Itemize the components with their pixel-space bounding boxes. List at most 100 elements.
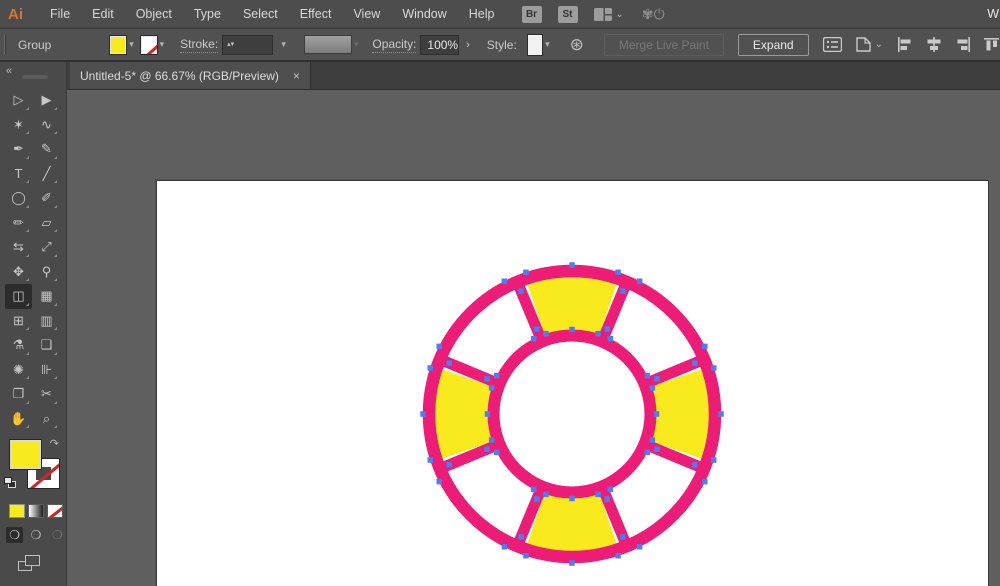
anchor-point[interactable] — [494, 373, 500, 379]
anchor-point[interactable] — [637, 544, 643, 550]
anchor-point[interactable] — [446, 360, 452, 366]
slice-tool[interactable]: ✂ — [33, 382, 60, 407]
style-swatch[interactable] — [527, 34, 543, 56]
fill-swatch[interactable] — [9, 439, 42, 470]
anchor-point[interactable] — [620, 288, 626, 294]
anchor-point[interactable] — [608, 336, 614, 342]
opacity-input[interactable]: 100% — [420, 35, 459, 55]
anchor-point[interactable] — [637, 278, 643, 284]
menu-edit[interactable]: Edit — [81, 0, 125, 28]
stock-button[interactable]: St — [558, 6, 578, 23]
shaper-tool[interactable]: ✏ — [5, 211, 32, 236]
zoom-tool[interactable]: ⌕ — [33, 407, 60, 432]
stroke-weight-input[interactable]: ▴▾ — [222, 35, 273, 55]
anchor-point[interactable] — [702, 479, 708, 485]
anchor-point[interactable] — [489, 437, 495, 443]
puppet-warp-tool[interactable]: ⚲ — [33, 260, 60, 285]
menu-help[interactable]: Help — [458, 0, 506, 28]
lasso-tool[interactable]: ∿ — [33, 113, 60, 138]
anchor-point[interactable] — [595, 331, 601, 337]
anchor-point[interactable] — [650, 385, 656, 391]
align-left-button[interactable] — [897, 37, 913, 52]
anchor-point[interactable] — [645, 373, 651, 379]
lifebuoy-artwork[interactable] — [402, 244, 742, 584]
type-tool[interactable]: T — [5, 162, 32, 187]
anchor-point[interactable] — [523, 270, 529, 276]
anchor-point[interactable] — [485, 411, 491, 417]
anchor-point[interactable] — [569, 560, 575, 566]
fill-color-swatch[interactable] — [109, 35, 127, 55]
anchor-point[interactable] — [420, 411, 426, 417]
anchor-point[interactable] — [534, 496, 540, 502]
ellipse-tool[interactable]: ◯ — [5, 186, 32, 211]
menu-view[interactable]: View — [342, 0, 391, 28]
anchor-point[interactable] — [484, 376, 490, 382]
eyedropper-tool[interactable]: ⚗ — [5, 333, 32, 358]
anchor-point[interactable] — [518, 288, 524, 294]
anchor-point[interactable] — [650, 437, 656, 443]
stepper-arrows-icon[interactable]: ▴▾ — [223, 42, 238, 47]
anchor-point[interactable] — [523, 553, 529, 559]
menu-effect[interactable]: Effect — [289, 0, 343, 28]
anchor-point[interactable] — [543, 492, 549, 498]
anchor-point[interactable] — [692, 462, 698, 468]
gradient-button[interactable] — [28, 504, 44, 518]
eraser-tool[interactable]: ▱ — [33, 211, 60, 236]
close-tab-button[interactable]: × — [293, 69, 300, 83]
stroke-panel-link[interactable]: Stroke: — [180, 37, 218, 53]
recolor-artwork-icon[interactable]: ⊛ — [570, 35, 584, 55]
anchor-point[interactable] — [692, 360, 698, 366]
anchor-point[interactable] — [502, 278, 508, 284]
pasteboard[interactable] — [67, 90, 1000, 586]
perspective-grid-tool[interactable]: ▦ — [33, 284, 60, 309]
anchor-point[interactable] — [711, 365, 717, 371]
menu-window[interactable]: Window — [391, 0, 457, 28]
expand-button[interactable]: Expand — [738, 34, 809, 56]
menu-type[interactable]: Type — [183, 0, 232, 28]
lifebuoy-inner-ring[interactable] — [494, 336, 651, 493]
anchor-point[interactable] — [645, 450, 651, 456]
magic-wand-tool[interactable]: ✶ — [5, 113, 32, 138]
collapse-panel-button[interactable]: « — [6, 65, 12, 77]
menu-object[interactable]: Object — [125, 0, 183, 28]
panel-drag-grip[interactable] — [22, 75, 48, 79]
draw-behind-button[interactable]: ❍ — [27, 527, 44, 543]
document-setup-button[interactable]: ⌄ — [856, 37, 883, 52]
anchor-point[interactable] — [446, 462, 452, 468]
swap-fill-stroke-button[interactable]: ↷ — [50, 437, 59, 450]
anchor-point[interactable] — [428, 365, 434, 371]
align-top-button[interactable] — [984, 37, 1000, 52]
bridge-button[interactable]: Br — [522, 6, 542, 23]
anchor-point[interactable] — [604, 326, 610, 332]
anchor-point[interactable] — [620, 534, 626, 540]
scale-tool[interactable]: ⤢ — [33, 235, 60, 260]
anchor-point[interactable] — [489, 385, 495, 391]
paintbrush-tool[interactable]: ✐ — [33, 186, 60, 211]
direct-selection-tool[interactable]: ▶ — [33, 88, 60, 113]
anchor-point[interactable] — [436, 344, 442, 350]
anchor-point[interactable] — [654, 446, 660, 452]
anchor-point[interactable] — [702, 344, 708, 350]
anchor-point[interactable] — [502, 544, 508, 550]
pen-tool[interactable]: ✒ — [5, 137, 32, 162]
anchor-point[interactable] — [428, 457, 434, 463]
anchor-point[interactable] — [615, 553, 621, 559]
anchor-point[interactable] — [604, 496, 610, 502]
curvature-tool[interactable]: ✎ — [33, 137, 60, 162]
menu-select[interactable]: Select — [232, 0, 289, 28]
opacity-panel-link[interactable]: Opacity: — [372, 37, 416, 53]
anchor-point[interactable] — [518, 534, 524, 540]
none-button[interactable] — [47, 504, 63, 518]
anchor-point[interactable] — [534, 326, 540, 332]
width-profile-dropdown[interactable] — [304, 35, 352, 54]
align-right-button[interactable] — [955, 37, 971, 52]
mesh-tool[interactable]: ⊞ — [5, 309, 32, 334]
opacity-dropdown-arrow[interactable]: › — [459, 39, 477, 51]
draw-normal-button[interactable]: ❍ — [6, 527, 23, 543]
hand-tool[interactable]: ✋ — [5, 407, 32, 432]
anchor-point[interactable] — [543, 331, 549, 337]
gpu-performance-icon[interactable]: ✾⏻ — [642, 6, 665, 23]
symbol-sprayer-tool[interactable]: ✺ — [5, 358, 32, 383]
selection-tool[interactable]: ▷ — [5, 88, 32, 113]
anchor-point[interactable] — [569, 327, 575, 333]
